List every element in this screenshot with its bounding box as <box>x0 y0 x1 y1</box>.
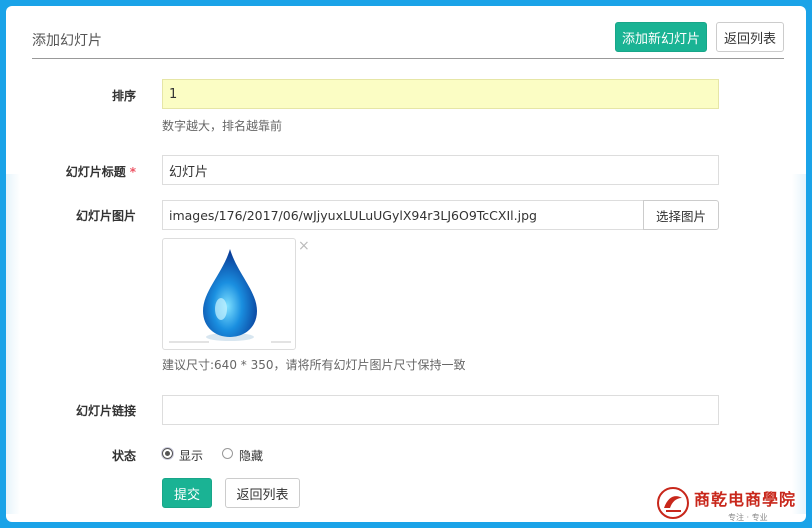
watermark-logo: 商乾电商學院 专注 · 专业 <box>656 484 804 522</box>
right-edge-tint <box>792 174 806 514</box>
form-back-button[interactable]: 返回列表 <box>225 478 300 508</box>
image-label: 幻灯片图片 <box>75 209 136 223</box>
image-preview <box>162 238 296 350</box>
image-help: 建议尺寸:640 * 350，请将所有幻灯片图片尺寸保持一致 <box>162 358 466 372</box>
submit-button[interactable]: 提交 <box>162 478 212 508</box>
link-label: 幻灯片链接 <box>75 404 136 418</box>
main-panel: 添加幻灯片 添加新幻灯片 返回列表 排序 1 数字越大，排名越靠前 幻灯片标题 *… <box>6 6 806 522</box>
water-drop-image <box>169 249 291 343</box>
order-input[interactable]: 1 <box>162 79 719 109</box>
status-show-label[interactable]: 显示 <box>179 447 203 464</box>
link-input[interactable] <box>162 395 719 425</box>
title-label: 幻灯片标题 * <box>6 163 136 180</box>
remove-image-icon[interactable]: × <box>298 238 310 254</box>
select-image-button[interactable]: 选择图片 <box>643 200 719 230</box>
status-show-radio[interactable] <box>162 448 173 459</box>
order-label: 排序 <box>111 89 136 103</box>
page-title: 添加幻灯片 <box>32 33 102 49</box>
title-input[interactable]: 幻灯片 <box>162 155 719 185</box>
header-divider <box>32 58 784 59</box>
status-label: 状态 <box>111 449 136 463</box>
add-slide-button[interactable]: 添加新幻灯片 <box>615 22 707 52</box>
status-hide-radio[interactable] <box>222 448 233 459</box>
back-to-list-button[interactable]: 返回列表 <box>716 22 784 52</box>
required-mark: * <box>129 165 136 179</box>
logo-emblem-icon <box>657 487 689 519</box>
status-hide-label[interactable]: 隐藏 <box>239 447 263 464</box>
image-path-input[interactable]: images/176/2017/06/wJjyuxLULuUGylX94r3LJ… <box>162 200 644 230</box>
order-help: 数字越大，排名越靠前 <box>162 119 283 133</box>
logo-text: 商乾电商學院 <box>694 490 797 509</box>
logo-subtitle: 专注 · 专业 <box>728 513 768 522</box>
title-label-text: 幻灯片标题 <box>65 165 126 179</box>
